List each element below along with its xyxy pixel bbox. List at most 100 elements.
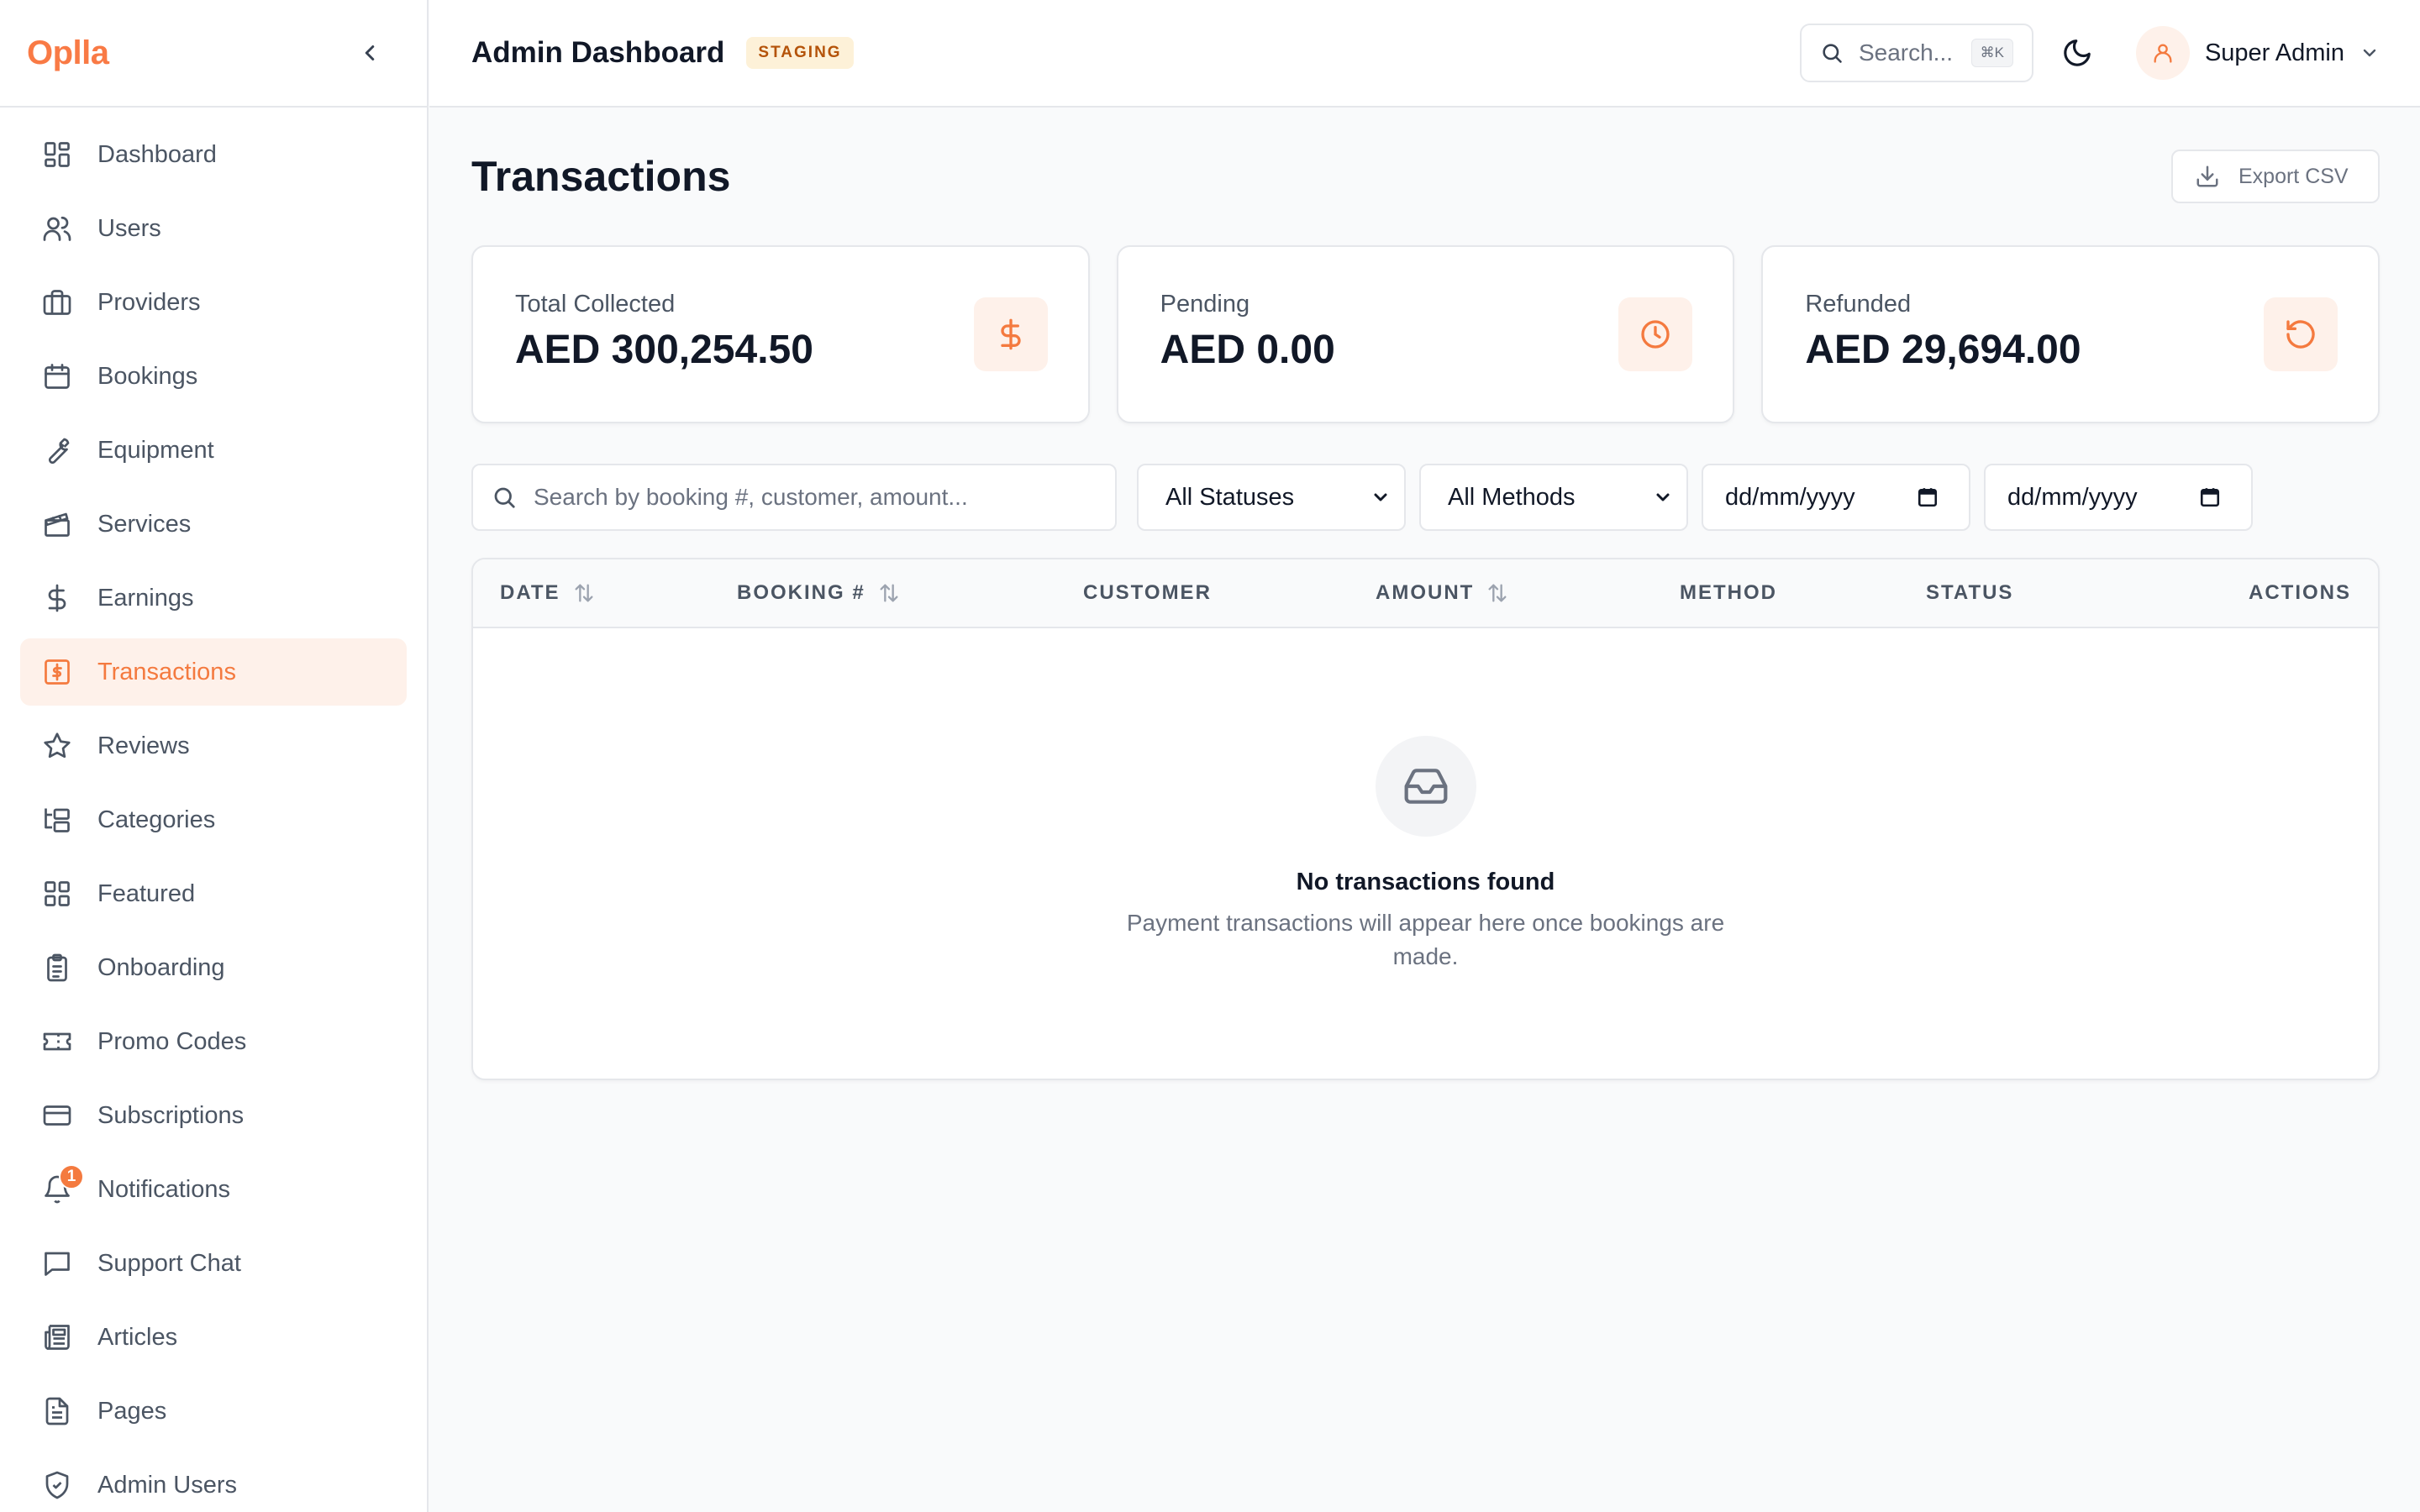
dashboard-icon xyxy=(40,138,74,171)
empty-state-title: No transactions found xyxy=(1296,869,1555,895)
stat-label: Pending xyxy=(1160,291,1250,318)
sidebar-item-providers[interactable]: Providers xyxy=(20,269,407,336)
date-from-input[interactable]: dd/mm/yyyy xyxy=(1702,464,1970,531)
theme-toggle-button[interactable] xyxy=(2052,28,2102,78)
stat-card-refunded: Refunded AED 29,694.00 xyxy=(1761,245,2381,423)
sidebar-item-support-chat[interactable]: Support Chat xyxy=(20,1230,407,1297)
stat-card-pending: Pending AED 0.00 xyxy=(1116,245,1735,423)
user-name: Super Admin xyxy=(2204,39,2344,66)
sidebar-item-admin-users[interactable]: Admin Users xyxy=(20,1452,407,1512)
column-header-amount[interactable]: AMOUNT xyxy=(1376,559,1509,627)
calendar-icon xyxy=(40,360,74,393)
sidebar-item-label: Promo Codes xyxy=(97,1027,247,1055)
sidebar-item-dashboard[interactable]: Dashboard xyxy=(20,121,407,188)
sidebar-item-services[interactable]: Services xyxy=(20,491,407,558)
credit-card-icon xyxy=(40,1099,74,1132)
refund-icon xyxy=(2286,320,2315,349)
table-header: DATE BOOKING # CUSTOMER AMOUNT METHOD ST… xyxy=(473,559,2378,628)
sidebar-item-label: Users xyxy=(97,214,161,242)
sidebar-item-featured[interactable]: Featured xyxy=(20,860,407,927)
chevron-down-icon xyxy=(2363,49,2376,57)
search-icon xyxy=(494,487,515,508)
stat-icon-container xyxy=(2264,297,2338,371)
sidebar-item-label: Transactions xyxy=(97,658,236,685)
stat-value: AED 300,254.50 xyxy=(515,328,813,372)
ticket-icon xyxy=(40,1025,74,1058)
sidebar-item-promo-codes[interactable]: Promo Codes xyxy=(20,1008,407,1075)
brand-logo[interactable]: Oplla xyxy=(27,34,109,72)
sidebar-item-users[interactable]: Users xyxy=(20,195,407,262)
download-icon xyxy=(2196,165,2218,187)
sidebar-item-notifications[interactable]: 1 Notifications xyxy=(20,1156,407,1223)
method-filter-value: All Methods xyxy=(1448,483,1576,511)
grid-icon xyxy=(40,877,74,911)
empty-state-subtitle: Payment transactions will appear here on… xyxy=(1126,910,1725,969)
sidebar-item-bookings[interactable]: Bookings xyxy=(20,343,407,410)
filters-row: Search by booking #, customer, amount...… xyxy=(471,464,2380,531)
column-header-label: DATE xyxy=(500,581,560,604)
column-header-label: STATUS xyxy=(1926,581,2014,604)
sidebar-header: Oplla xyxy=(0,0,427,108)
export-csv-button[interactable]: Export CSV xyxy=(2171,150,2380,203)
sidebar-item-pages[interactable]: Pages xyxy=(20,1378,407,1445)
collapse-sidebar-button[interactable] xyxy=(350,33,390,73)
sidebar-item-subscriptions[interactable]: Subscriptions xyxy=(20,1082,407,1149)
status-filter-select[interactable]: All Statuses xyxy=(1137,464,1406,531)
stat-icon-container xyxy=(973,297,1048,371)
date-from-value: dd/mm/yyyy xyxy=(1725,483,1855,511)
sidebar-item-reviews[interactable]: Reviews xyxy=(20,712,407,780)
transactions-table: DATE BOOKING # CUSTOMER AMOUNT METHOD ST… xyxy=(471,558,2380,1080)
users-icon xyxy=(40,212,74,245)
shield-check-icon xyxy=(40,1468,74,1502)
column-header-label: AMOUNT xyxy=(1376,581,1475,604)
sidebar-item-label: Subscriptions xyxy=(97,1101,245,1129)
sort-icon[interactable] xyxy=(572,581,596,605)
column-header-method: METHOD xyxy=(1680,559,1777,627)
clock-icon xyxy=(1641,320,1670,349)
chevron-left-icon xyxy=(365,45,375,60)
sort-icon[interactable] xyxy=(1486,581,1509,605)
sidebar-item-categories[interactable]: Categories xyxy=(20,786,407,853)
calendar-icon xyxy=(2200,488,2220,507)
column-header-customer: CUSTOMER xyxy=(1083,559,1212,627)
topbar: Admin Dashboard STAGING Search... ⌘K Sup… xyxy=(429,0,2420,108)
dollar-icon xyxy=(40,581,74,615)
column-header-label: METHOD xyxy=(1680,581,1777,604)
sidebar-item-label: Categories xyxy=(97,806,216,833)
dollar-icon xyxy=(1001,318,1021,350)
transactions-search-input[interactable]: Search by booking #, customer, amount... xyxy=(471,464,1117,531)
stat-icon-container xyxy=(1618,297,1693,371)
sidebar-item-label: Featured xyxy=(97,879,196,907)
user-menu-button[interactable]: Super Admin xyxy=(2135,26,2380,80)
sidebar-item-label: Equipment xyxy=(97,436,214,464)
sidebar-item-earnings[interactable]: Earnings xyxy=(20,564,407,632)
sidebar-item-equipment[interactable]: Equipment xyxy=(20,417,407,484)
sidebar-item-label: Dashboard xyxy=(97,140,217,168)
empty-state-icon-container xyxy=(1375,736,1476,837)
export-csv-label: Export CSV xyxy=(2238,164,2349,188)
status-filter-value: All Statuses xyxy=(1165,483,1295,511)
page-header: Transactions Export CSV xyxy=(471,108,2380,245)
page-title: Transactions xyxy=(471,153,731,200)
date-to-input[interactable]: dd/mm/yyyy xyxy=(1984,464,2253,531)
receipt-dollar-icon xyxy=(40,655,74,689)
global-search-button[interactable]: Search... ⌘K xyxy=(1799,24,2033,82)
column-header-booking[interactable]: BOOKING # xyxy=(737,559,901,627)
stats-row: Total Collected AED 300,254.50 Pending A… xyxy=(471,245,2381,423)
file-text-icon xyxy=(40,1394,74,1428)
moon-icon xyxy=(2064,39,2091,66)
sidebar-item-label: Admin Users xyxy=(97,1471,237,1499)
sort-icon[interactable] xyxy=(877,581,901,605)
user-icon xyxy=(2154,44,2172,63)
sidebar-item-transactions[interactable]: Transactions xyxy=(20,638,407,706)
column-header-status: STATUS xyxy=(1926,559,2013,627)
search-shortcut-hint: ⌘K xyxy=(1970,39,2013,67)
sidebar-item-onboarding[interactable]: Onboarding xyxy=(20,934,407,1001)
briefcase-icon xyxy=(40,286,74,319)
column-header-actions: ACTIONS xyxy=(2249,559,2351,627)
sidebar-item-label: Articles xyxy=(97,1323,178,1351)
chevron-down-icon xyxy=(1374,493,1387,501)
method-filter-select[interactable]: All Methods xyxy=(1419,464,1688,531)
column-header-date[interactable]: DATE xyxy=(500,559,596,627)
sidebar-item-articles[interactable]: Articles xyxy=(20,1304,407,1371)
